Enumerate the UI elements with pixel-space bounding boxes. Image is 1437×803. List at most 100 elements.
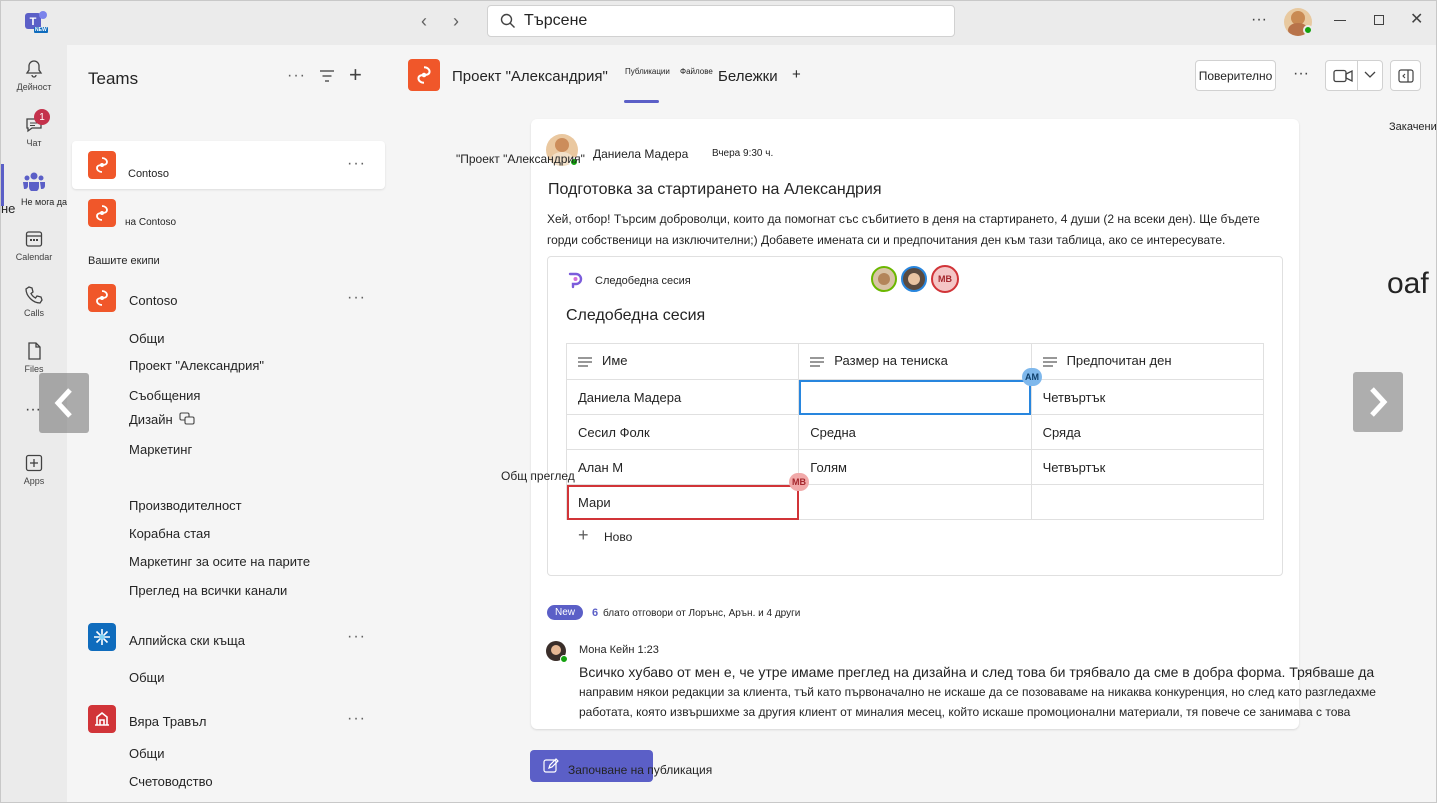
loop-app-label: Следобедна сесия (595, 275, 691, 287)
team-list-more-button[interactable]: ··· (287, 67, 306, 85)
rail-overflow-label: не (1, 201, 16, 216)
team-name[interactable]: Contoso (129, 293, 177, 308)
search-box[interactable]: Търсене (487, 5, 955, 37)
close-button[interactable]: ✕ (1410, 9, 1423, 29)
chevron-left-icon (54, 388, 72, 418)
channel-item[interactable]: Проект "Александрия" (129, 358, 264, 373)
maximize-button[interactable] (1374, 15, 1384, 25)
vyara-travel-logo-icon (88, 705, 116, 733)
rail-files[interactable]: Files (1, 341, 67, 374)
filter-button[interactable] (319, 68, 335, 89)
search-placeholder: Търсене (524, 12, 588, 29)
table-cell[interactable]: Голям (798, 449, 1032, 485)
carousel-prev-button[interactable] (39, 373, 89, 433)
table-cell[interactable]: Четвъртък (1030, 449, 1265, 485)
team-more-button[interactable]: ··· (347, 710, 366, 728)
rail-activity[interactable]: Дейност (1, 59, 67, 92)
text-column-icon (578, 355, 592, 370)
table-cell[interactable]: Алан М (565, 449, 800, 485)
header-more-button[interactable]: ··· (1293, 65, 1309, 83)
post-author[interactable]: Даниела Мадера (593, 147, 688, 161)
collaborator-avatar[interactable] (901, 266, 927, 292)
add-row-button[interactable]: Ново (604, 530, 632, 544)
channel-item[interactable]: Производителност (129, 498, 242, 513)
side-panel-icon (1397, 68, 1414, 83)
forward-button[interactable]: › (453, 11, 459, 32)
post-body-line: горди собственици на изключителни;) Доба… (547, 233, 1226, 247)
reply-author[interactable]: Мона Кейн 1:23 (579, 644, 659, 656)
settings-more-button[interactable]: ··· (1251, 11, 1267, 29)
column-header[interactable]: Име (565, 343, 800, 380)
reply-body-line: направим някои редакции за клиента, тъй … (579, 685, 1376, 699)
pinned-team-name[interactable]: на Contoso (125, 217, 176, 228)
add-tab-button[interactable]: + (792, 66, 801, 83)
meet-button[interactable] (1325, 60, 1383, 91)
team-list-title: Teams (88, 69, 139, 88)
file-icon (28, 342, 41, 360)
table-cell[interactable]: Сряда (1030, 414, 1265, 450)
channel-item[interactable]: Маркетинг за осите на парите (129, 554, 310, 569)
carousel-next-button[interactable] (1353, 372, 1403, 432)
rail-teams[interactable] (1, 171, 67, 194)
loop-logo-icon (567, 271, 583, 294)
teams-icon (23, 172, 45, 191)
open-panel-button[interactable] (1390, 60, 1421, 91)
filter-icon (320, 70, 334, 82)
table-cell[interactable] (798, 484, 1032, 520)
channel-item[interactable]: Общи (129, 331, 165, 346)
active-tab-indicator (624, 100, 659, 103)
channel-item[interactable]: Дизайн (129, 412, 173, 427)
collaborator-avatar[interactable] (871, 266, 897, 292)
rail-calendar[interactable]: Calendar (1, 229, 67, 262)
table-cell[interactable] (1030, 484, 1265, 520)
minimize-button[interactable] (1334, 20, 1346, 21)
channel-item[interactable]: Счетоводство (129, 774, 213, 789)
table-cell-active[interactable] (798, 379, 1032, 415)
replies-summary[interactable]: блато отговори от Лорънс, Арън. и 4 друг… (603, 608, 800, 619)
loop-table: Име Размер на тениска Предпочитан ден Да… (565, 343, 1265, 520)
table-cell[interactable]: Сесил Фолк (565, 414, 800, 450)
table-cell[interactable]: Четвъртък (1030, 379, 1265, 415)
channel-item[interactable]: Общи (129, 746, 165, 761)
collaborator-avatar-mb[interactable]: MB (931, 265, 959, 293)
team-name[interactable]: Алпийска ски къща (129, 633, 245, 648)
back-button[interactable]: ‹ (421, 11, 427, 32)
rail-apps[interactable]: Apps (1, 453, 67, 486)
contoso-logo-icon (88, 199, 116, 227)
channel-item[interactable]: Общи (129, 670, 165, 685)
column-header[interactable]: Предпочитан ден (1030, 343, 1265, 380)
cursor-tag-mb: MB (789, 473, 809, 491)
channel-item[interactable]: Корабна стая (129, 526, 210, 541)
text-column-icon (810, 355, 825, 370)
team-more-button[interactable]: ··· (347, 155, 366, 173)
team-more-button[interactable]: ··· (347, 628, 366, 646)
table-cell[interactable]: Даниела Мадера (565, 379, 800, 415)
rail-calls[interactable]: Calls (1, 285, 67, 318)
tab-notes[interactable]: Бележки (718, 68, 778, 85)
post-timestamp: Вчера 9:30 ч. (712, 148, 774, 159)
team-more-button[interactable]: ··· (347, 289, 366, 307)
table-cell[interactable]: Средна (798, 414, 1032, 450)
start-post-label[interactable]: Започване на публикация (568, 763, 712, 777)
confidential-button[interactable]: Поверително (1195, 60, 1276, 91)
channel-item[interactable]: Маркетинг (129, 442, 192, 457)
tab-posts[interactable]: Публикации (625, 67, 670, 76)
pinned-team-contoso[interactable] (72, 141, 385, 189)
chat-unread-badge: 1 (34, 109, 50, 125)
pinned-label[interactable]: Закачени (1389, 121, 1436, 133)
section-label-your-teams: Вашите екипи (88, 255, 160, 267)
text-column-icon (1042, 355, 1057, 370)
column-header-label: Предпочитан ден (1066, 353, 1172, 369)
chevron-down-icon (1364, 71, 1376, 78)
overflow-text: oaf (1387, 267, 1429, 300)
table-cell-editing[interactable]: Мари (565, 484, 800, 520)
add-team-button[interactable]: + (349, 64, 362, 86)
replies-count[interactable]: 6 (592, 607, 598, 619)
team-name[interactable]: Вяра Травъл (129, 714, 207, 729)
column-header[interactable]: Размер на тениска (798, 343, 1032, 380)
see-all-channels-link[interactable]: Преглед на всички канали (129, 583, 287, 598)
tab-files[interactable]: Файлове (680, 67, 713, 76)
floating-channel-label: "Проект "Александрия" (456, 152, 585, 166)
search-icon (500, 13, 515, 28)
channel-item[interactable]: Съобщения (129, 388, 200, 403)
